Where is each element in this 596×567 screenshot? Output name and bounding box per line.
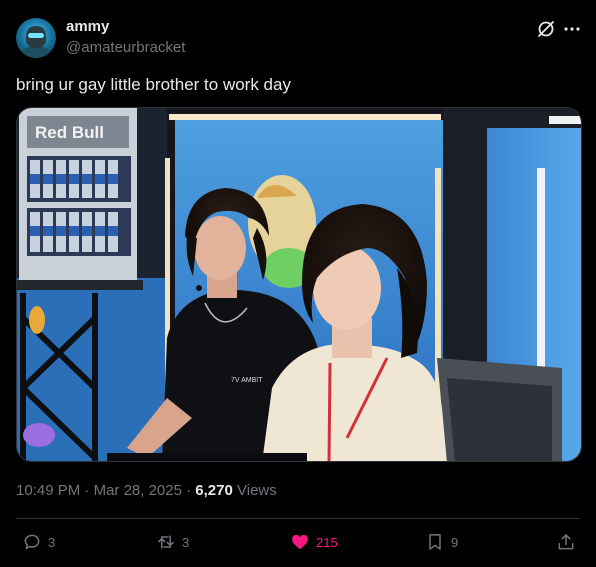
- reply-button[interactable]: 3: [22, 530, 55, 554]
- handle[interactable]: @amateurbracket: [66, 39, 185, 56]
- share-icon: [558, 534, 574, 550]
- share-button[interactable]: [556, 530, 576, 554]
- divider: [16, 518, 580, 519]
- heart-icon: [292, 534, 308, 550]
- tweet-meta: 10:49 PM · Mar 28, 2025 · 6,270 Views: [16, 482, 277, 499]
- display-name[interactable]: ammy: [66, 18, 109, 35]
- reply-icon: [24, 534, 40, 550]
- views-count: 6,270: [195, 482, 233, 499]
- tweet-text: bring ur gay little brother to work day: [16, 75, 291, 94]
- reply-count: 3: [48, 534, 56, 550]
- repost-button[interactable]: 3: [156, 530, 189, 554]
- bookmark-icon: [429, 534, 441, 550]
- views-label: Views: [237, 482, 277, 499]
- repost-count: 3: [182, 534, 190, 550]
- grok-icon[interactable]: [536, 19, 556, 39]
- tweet-date[interactable]: Mar 28, 2025: [94, 482, 182, 499]
- tweet: ammy @amateurbracket bring ur gay little…: [0, 0, 596, 567]
- tweet-time[interactable]: 10:49 PM: [16, 482, 80, 499]
- avatar[interactable]: [16, 18, 56, 58]
- bookmark-button[interactable]: 9: [425, 530, 458, 554]
- repost-icon: [158, 535, 174, 549]
- tweet-photo[interactable]: Red Bull 7V AMBIT: [16, 107, 582, 462]
- like-button[interactable]: 215: [290, 530, 338, 554]
- bookmark-count: 9: [451, 534, 459, 550]
- meta-separator-2: ·: [186, 482, 192, 499]
- meta-separator: ·: [84, 482, 90, 499]
- avatar-visor: [28, 33, 44, 38]
- fridge-logo-text: Red Bull: [35, 123, 104, 142]
- more-icon[interactable]: [562, 19, 582, 39]
- photo-scene: Red Bull 7V AMBIT: [17, 108, 581, 461]
- shirt-print: 7V AMBIT: [231, 377, 263, 384]
- like-count: 215: [316, 534, 338, 550]
